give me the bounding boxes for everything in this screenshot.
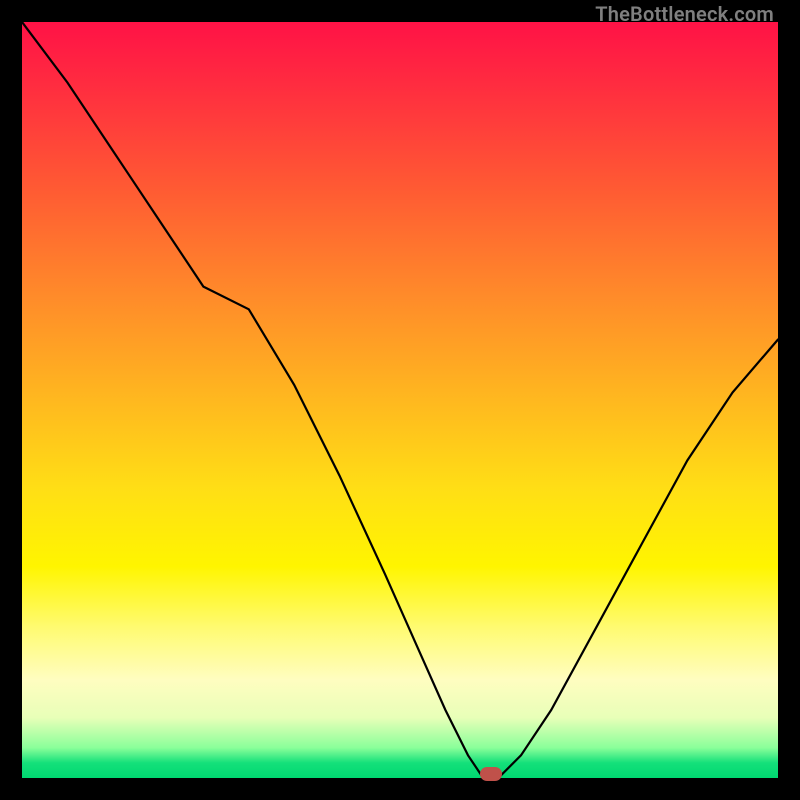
bottleneck-curve — [22, 22, 778, 778]
chart-frame: TheBottleneck.com — [0, 0, 800, 800]
plot-area — [22, 22, 778, 778]
optimum-marker — [480, 767, 502, 781]
curve-layer — [22, 22, 778, 778]
